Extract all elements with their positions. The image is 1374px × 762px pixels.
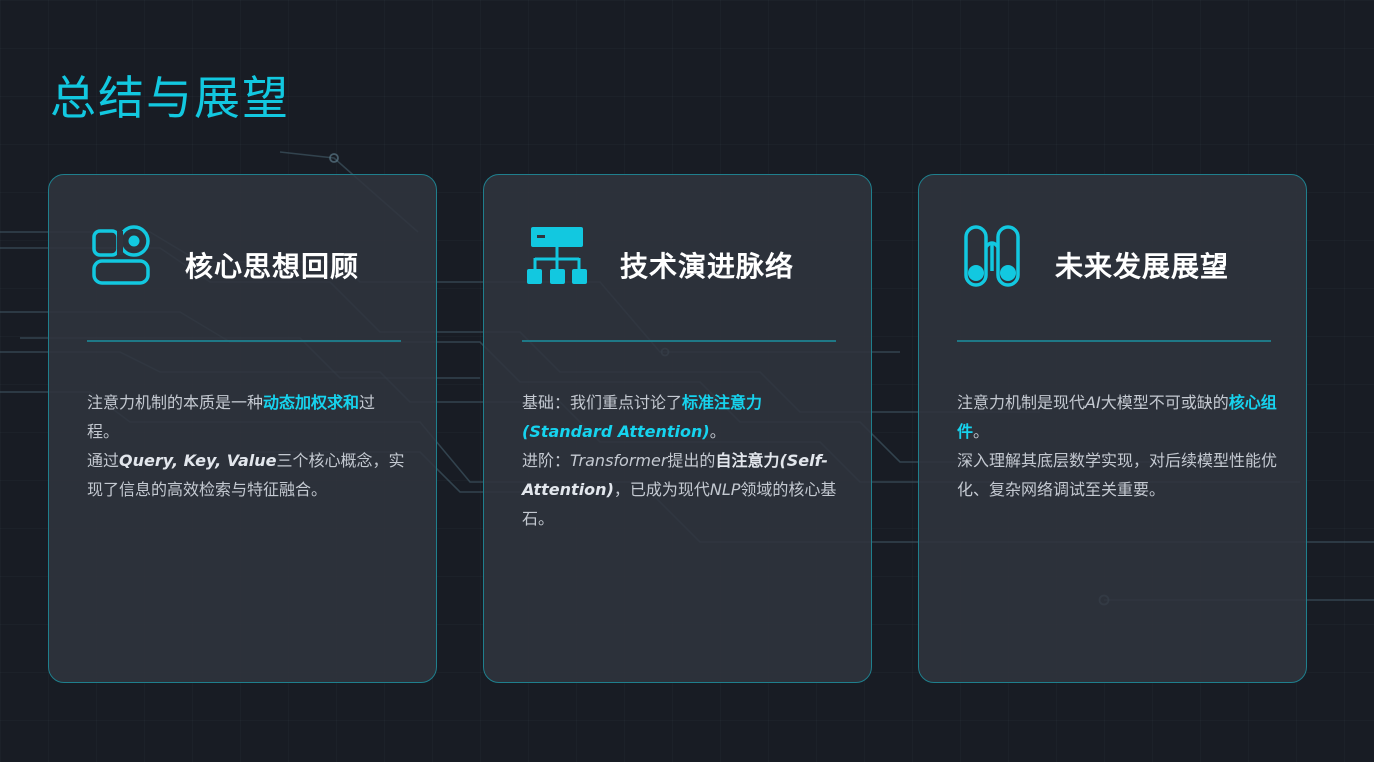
card-paragraph: 进阶：Transformer提出的自注意力(Self-Attention)，已成…	[522, 446, 842, 533]
highlight-text: 标准注意力	[682, 393, 763, 412]
card-body: 注意力机制是现代AI大模型不可或缺的核心组件。 深入理解其底层数学实现，对后续模…	[957, 388, 1277, 504]
body-text: 大模型不可或缺的	[1100, 393, 1229, 412]
emphasis-text: NLP	[709, 480, 741, 499]
body-text: 通过	[87, 451, 120, 470]
card-title: 技术演进脉络	[620, 250, 795, 283]
card-core-ideas: 核心思想回顾 注意力机制的本质是一种动态加权求和过程。 通过Query, Key…	[48, 174, 437, 683]
card-future-outlook: 未来发展展望 注意力机制是现代AI大模型不可或缺的核心组件。 深入理解其底层数学…	[918, 174, 1307, 683]
toggle-cards-icon	[92, 225, 150, 285]
page-title: 总结与展望	[50, 71, 290, 125]
highlight-text: (Standard Attention)	[522, 422, 710, 441]
body-text: 注意力机制是现代	[957, 393, 1086, 412]
emphasis-text: Transformer	[570, 451, 668, 470]
emphasis-text: 自注意力	[715, 451, 780, 470]
card-tech-evolution: 技术演进脉络 基础：我们重点讨论了标准注意力 (Standard Attentio…	[483, 174, 872, 683]
card-paragraph: 深入理解其底层数学实现，对后续模型性能优化、复杂网络调试至关重要。	[957, 451, 1278, 499]
card-paragraph: 基础：我们重点讨论了标准注意力 (Standard Attention)。	[522, 388, 842, 446]
card-divider	[87, 340, 401, 342]
body-text: 注意力机制的本质是一种	[87, 393, 264, 412]
body-text: 进阶：	[522, 451, 571, 470]
card-paragraph: 注意力机制是现代AI大模型不可或缺的核心组件。	[957, 388, 1277, 446]
columns-icon	[964, 225, 1020, 287]
emphasis-text: AI	[1085, 393, 1101, 412]
body-text: ，已成为现代	[613, 480, 710, 499]
body-text: 基础：我们重点讨论了	[522, 393, 683, 412]
emphasis-text: Query, Key, Value	[119, 451, 277, 470]
card-paragraph: 注意力机制的本质是一种动态加权求和过程。	[87, 388, 407, 446]
card-title: 核心思想回顾	[185, 250, 360, 283]
card-divider	[522, 340, 836, 342]
body-text: 提出的	[667, 451, 716, 470]
card-body: 注意力机制的本质是一种动态加权求和过程。 通过Query, Key, Value…	[87, 388, 407, 504]
card-paragraph: 通过Query, Key, Value三个核心概念，实现了信息的高效检索与特征融…	[87, 446, 407, 504]
hierarchy-icon	[527, 227, 587, 284]
body-text: 。	[709, 422, 726, 441]
card-divider	[957, 340, 1271, 342]
card-body: 基础：我们重点讨论了标准注意力 (Standard Attention)。 进阶：…	[522, 388, 842, 533]
card-title: 未来发展展望	[1055, 250, 1230, 283]
body-text: 。	[973, 422, 990, 441]
highlight-text: 动态加权求和	[263, 393, 360, 412]
